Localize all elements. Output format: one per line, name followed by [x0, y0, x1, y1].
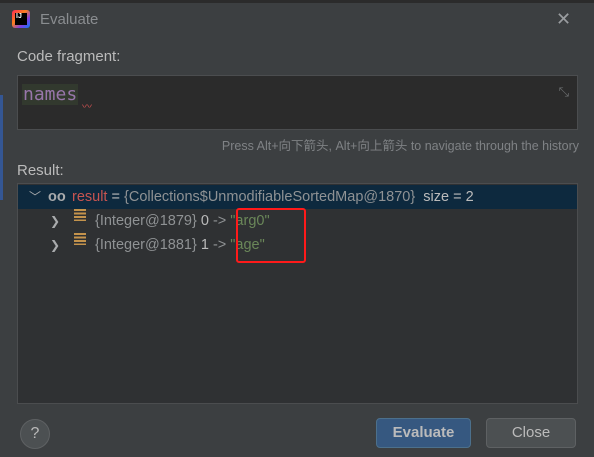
history-hint: Press Alt+向下箭头, Alt+向上箭头 to navigate thr…	[221, 139, 579, 153]
variable-name: result	[72, 189, 108, 205]
help-button[interactable]: ?	[20, 419, 50, 449]
field-icon	[74, 233, 86, 245]
code-fragment-label: Code fragment:	[17, 48, 121, 65]
close-button[interactable]: Close	[486, 418, 576, 448]
object-type: {Collections$UnmodifiableSortedMap@1870}	[124, 189, 416, 205]
highlight-annotation-box	[236, 208, 306, 263]
code-text: names	[22, 84, 79, 105]
warning-squiggle: 〰	[82, 102, 92, 113]
code-fragment-editor[interactable]: names 〰 ⤡	[17, 75, 578, 130]
chevron-down-icon[interactable]: ﹀	[29, 185, 41, 209]
evaluate-button[interactable]: Evaluate	[376, 418, 471, 448]
equals: =	[107, 189, 124, 205]
chevron-right-icon[interactable]: ❯	[50, 233, 60, 257]
close-icon[interactable]: ✕	[556, 10, 571, 28]
tree-row-result[interactable]: ﹀ oo result = {Collections$UnmodifiableS…	[18, 185, 577, 209]
background-strip	[0, 0, 594, 3]
result-tree[interactable]: ﹀ oo result = {Collections$UnmodifiableS…	[17, 183, 578, 404]
collapse-icon[interactable]: ⤡	[559, 84, 569, 100]
dialog-title: Evaluate	[40, 11, 99, 28]
entry-arrow: ->	[208, 213, 231, 229]
watch-glasses-icon: oo	[48, 189, 66, 205]
entry-type: {Integer@1881}	[95, 237, 197, 253]
window-edge	[0, 95, 3, 200]
intellij-logo-icon: IJ	[12, 10, 30, 28]
entry-key: 1	[200, 237, 209, 253]
field-icon	[74, 209, 86, 221]
entry-type: {Integer@1879}	[95, 213, 197, 229]
result-label: Result:	[17, 162, 64, 179]
entry-arrow: ->	[208, 237, 231, 253]
entry-key: 0	[200, 213, 209, 229]
chevron-right-icon[interactable]: ❯	[50, 209, 60, 233]
size-text: size = 2	[423, 189, 474, 205]
